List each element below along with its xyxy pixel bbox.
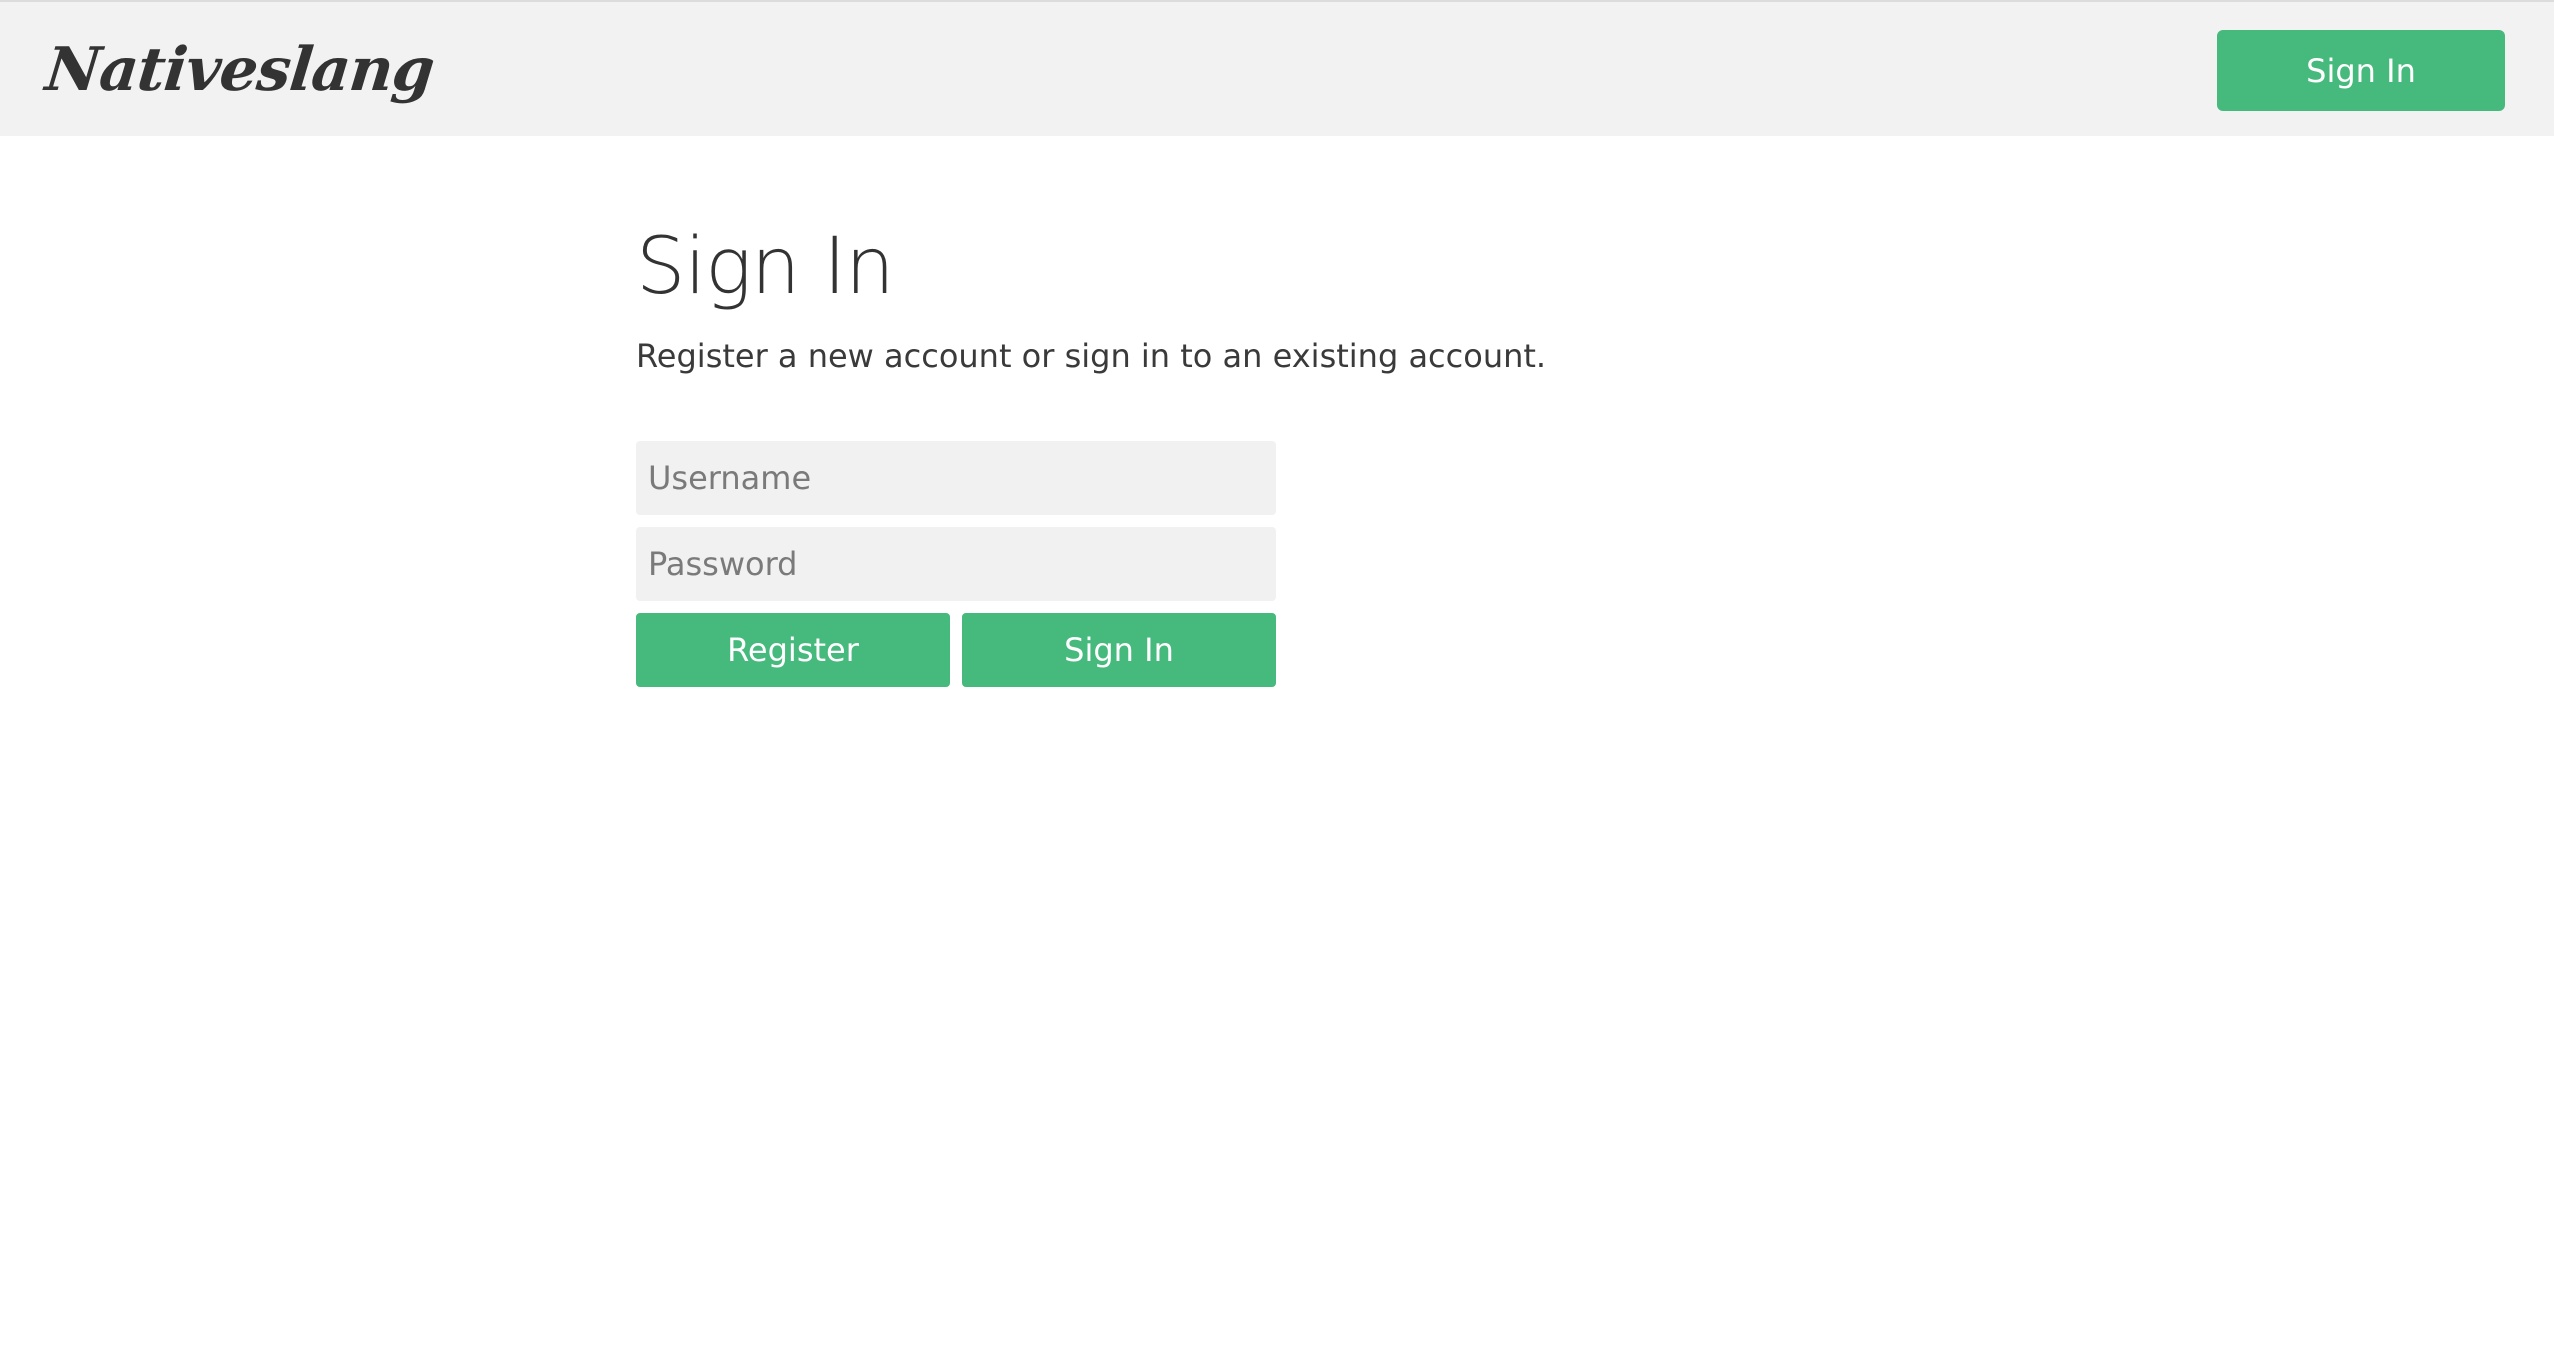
page-title: Sign In xyxy=(636,222,895,312)
logo[interactable]: Nativeslang xyxy=(42,28,438,112)
password-input[interactable] xyxy=(636,527,1276,601)
register-button[interactable]: Register xyxy=(636,613,950,687)
header-sign-in-button[interactable]: Sign In xyxy=(2217,30,2505,111)
username-input[interactable] xyxy=(636,441,1276,515)
page-subtitle: Register a new account or sign in to an … xyxy=(636,337,1547,375)
top-navbar: Nativeslang Sign In xyxy=(0,0,2554,136)
sign-in-button[interactable]: Sign In xyxy=(962,613,1276,687)
main-content: Sign In Register a new account or sign i… xyxy=(636,200,1546,378)
sign-in-form: Register Sign In xyxy=(636,441,1276,687)
form-button-row: Register Sign In xyxy=(636,613,1276,687)
